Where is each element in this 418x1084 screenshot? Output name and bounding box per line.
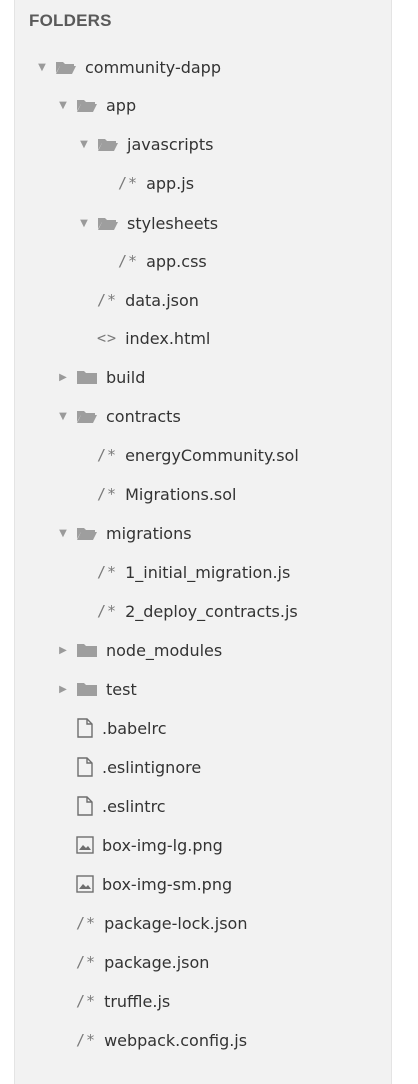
- file-row-webpack-config-js[interactable]: /* webpack.config.js: [15, 1025, 391, 1055]
- file-row-index-html[interactable]: <> index.html: [15, 323, 391, 353]
- folder-row-test[interactable]: ▶ test: [15, 674, 391, 704]
- comment-glyph-icon: /*: [118, 174, 139, 192]
- file-row-package-lock-json[interactable]: /* package-lock.json: [15, 908, 391, 938]
- folder-closed-icon: [76, 369, 98, 385]
- disclosure-collapsed-icon[interactable]: ▶: [56, 372, 70, 383]
- file-icon: [76, 796, 94, 816]
- comment-glyph-icon: /*: [118, 252, 139, 270]
- file-row-app-js[interactable]: /* app.js: [15, 168, 391, 198]
- tree-item-label: contracts: [106, 406, 181, 426]
- folder-row-stylesheets[interactable]: ▼ stylesheets: [15, 208, 391, 238]
- code-brackets-icon: <>: [97, 329, 118, 347]
- file-icon: [76, 757, 94, 777]
- file-row-2-deploy-contracts-js[interactable]: /* 2_deploy_contracts.js: [15, 596, 391, 626]
- tree-item-label: .eslintrc: [102, 796, 166, 816]
- comment-glyph-icon: /*: [97, 602, 118, 620]
- folder-closed-icon: [76, 681, 98, 697]
- tree-item-label: 2_deploy_contracts.js: [125, 601, 298, 621]
- comment-glyph-icon: /*: [76, 992, 97, 1010]
- tree-item-label: index.html: [125, 328, 211, 348]
- folder-row-migrations[interactable]: ▼ migrations: [15, 518, 391, 548]
- file-row-eslintrc[interactable]: .eslintrc: [15, 791, 391, 821]
- disclosure-expanded-icon[interactable]: ▼: [35, 62, 49, 73]
- folder-row-build[interactable]: ▶ build: [15, 362, 391, 392]
- file-row-box-img-sm-png[interactable]: box-img-sm.png: [15, 869, 391, 899]
- comment-glyph-icon: /*: [97, 563, 118, 581]
- disclosure-expanded-icon[interactable]: ▼: [56, 411, 70, 422]
- file-row-package-json[interactable]: /* package.json: [15, 947, 391, 977]
- disclosure-expanded-icon[interactable]: ▼: [56, 528, 70, 539]
- folder-row-contracts[interactable]: ▼ contracts: [15, 401, 391, 431]
- tree-item-label: build: [106, 367, 146, 387]
- image-file-icon: [76, 875, 94, 893]
- file-row-migrations-sol[interactable]: /* Migrations.sol: [15, 479, 391, 509]
- folders-header: FOLDERS: [29, 11, 112, 30]
- tree-item-label: truffle.js: [104, 991, 171, 1011]
- comment-glyph-icon: /*: [76, 953, 97, 971]
- tree-item-label: node_modules: [106, 640, 223, 660]
- tree-item-label: community-dapp: [85, 57, 221, 77]
- file-row-eslintignore[interactable]: .eslintignore: [15, 752, 391, 782]
- tree-item-label: app.js: [146, 173, 195, 193]
- comment-glyph-icon: /*: [97, 291, 118, 309]
- tree-item-label: box-img-lg.png: [102, 835, 223, 855]
- comment-glyph-icon: /*: [97, 485, 118, 503]
- folders-sidebar: FOLDERS ▼ community-dapp ▼ app ▼ javascripts /…: [14, 0, 392, 1084]
- file-row-box-img-lg-png[interactable]: box-img-lg.png: [15, 830, 391, 860]
- file-row-1-initial-migration-js[interactable]: /* 1_initial_migration.js: [15, 557, 391, 587]
- disclosure-collapsed-icon[interactable]: ▶: [56, 645, 70, 656]
- tree-item-label: migrations: [106, 523, 192, 543]
- folder-open-icon: [97, 215, 119, 231]
- file-row-app-css[interactable]: /* app.css: [15, 246, 391, 276]
- tree-item-label: app.css: [146, 251, 207, 271]
- folder-closed-icon: [76, 642, 98, 658]
- tree-item-label: Migrations.sol: [125, 484, 237, 504]
- tree-item-label: package-lock.json: [104, 913, 248, 933]
- tree-item-label: javascripts: [127, 134, 214, 154]
- file-icon: [76, 718, 94, 738]
- disclosure-expanded-icon[interactable]: ▼: [56, 100, 70, 111]
- folder-row-community-dapp[interactable]: ▼ community-dapp: [15, 52, 391, 82]
- tree-item-label: app: [106, 95, 137, 115]
- comment-glyph-icon: /*: [97, 446, 118, 464]
- file-row-energycommunity-sol[interactable]: /* energyCommunity.sol: [15, 440, 391, 470]
- tree-item-label: data.json: [125, 290, 199, 310]
- tree-item-label: box-img-sm.png: [102, 874, 233, 894]
- image-file-icon: [76, 836, 94, 854]
- tree-item-label: 1_initial_migration.js: [125, 562, 291, 582]
- tree-item-label: energyCommunity.sol: [125, 445, 299, 465]
- file-row-data-json[interactable]: /* data.json: [15, 285, 391, 315]
- tree-item-label: webpack.config.js: [104, 1030, 248, 1050]
- disclosure-collapsed-icon[interactable]: ▶: [56, 684, 70, 695]
- tree-item-label: stylesheets: [127, 213, 219, 233]
- folder-row-node-modules[interactable]: ▶ node_modules: [15, 635, 391, 665]
- folder-open-icon: [76, 408, 98, 424]
- tree-item-label: .babelrc: [102, 718, 167, 738]
- tree-item-label: .eslintignore: [102, 757, 202, 777]
- tree-item-label: test: [106, 679, 137, 699]
- folder-open-icon: [76, 525, 98, 541]
- folder-open-icon: [97, 136, 119, 152]
- tree-item-label: package.json: [104, 952, 210, 972]
- comment-glyph-icon: /*: [76, 914, 97, 932]
- folder-open-icon: [76, 97, 98, 113]
- file-row-babelrc[interactable]: .babelrc: [15, 713, 391, 743]
- folder-row-javascripts[interactable]: ▼ javascripts: [15, 129, 391, 159]
- file-row-truffle-js[interactable]: /* truffle.js: [15, 986, 391, 1016]
- disclosure-expanded-icon[interactable]: ▼: [77, 139, 91, 150]
- folder-row-app[interactable]: ▼ app: [15, 90, 391, 120]
- disclosure-expanded-icon[interactable]: ▼: [77, 218, 91, 229]
- folder-open-icon: [55, 59, 77, 75]
- comment-glyph-icon: /*: [76, 1031, 97, 1049]
